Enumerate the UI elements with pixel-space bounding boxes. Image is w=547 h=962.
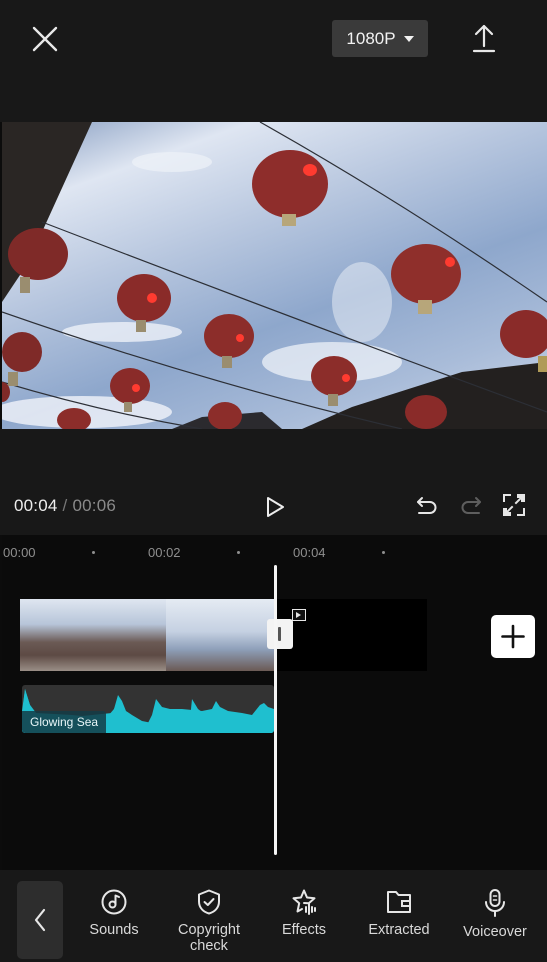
undo-button[interactable] [414, 494, 440, 518]
tool-extracted[interactable]: Extracted [354, 888, 444, 938]
undo-icon [417, 497, 437, 514]
star-sound-icon [292, 889, 316, 915]
clip-trim-handle[interactable] [267, 619, 293, 649]
time-separator: / [62, 496, 68, 515]
resolution-label: 1080P [346, 28, 396, 48]
redo-button[interactable] [458, 494, 484, 518]
tool-sounds[interactable]: Sounds [69, 888, 159, 938]
tool-voiceover[interactable]: Voiceover [450, 888, 540, 940]
current-time: 00:04 [14, 496, 58, 515]
tool-label: Sounds [89, 922, 139, 938]
export-button[interactable] [470, 22, 498, 54]
resolution-dropdown[interactable]: 1080P [332, 20, 428, 57]
playhead[interactable] [274, 565, 277, 855]
audio-track-name: Glowing Sea [22, 711, 107, 733]
tool-copyright-check[interactable]: Copyright check [164, 888, 254, 954]
audio-track[interactable]: Glowing Sea [22, 685, 274, 733]
export-upload-icon [472, 24, 496, 53]
chevron-left-icon [34, 908, 46, 932]
tool-label: Effects [281, 922, 327, 938]
microphone-icon [485, 889, 505, 917]
ruler-dot [92, 551, 95, 554]
shield-check-icon [198, 889, 220, 915]
close-icon [32, 26, 58, 52]
playback-controls: 00:04/00:06 [0, 429, 547, 535]
fullscreen-icon [503, 494, 525, 516]
top-bar: 1080P [0, 0, 547, 122]
close-button[interactable] [30, 24, 60, 54]
clip-thumbnail [166, 599, 239, 671]
clip-thumbnail [20, 599, 93, 671]
caret-down-icon [403, 36, 414, 42]
tool-label: Copyright check [177, 922, 241, 954]
video-clip[interactable] [20, 599, 275, 671]
play-icon [267, 497, 284, 517]
ruler-dot [382, 551, 385, 554]
tool-label: Extracted [368, 922, 430, 938]
timeline[interactable]: 00:00 00:02 00:04 Glowing Sea [2, 535, 547, 870]
ruler-dot [237, 551, 240, 554]
transition-play-icon[interactable] [292, 609, 306, 621]
ruler-tick-label: 00:04 [293, 545, 326, 560]
plus-icon [501, 624, 525, 649]
bottom-toolbar: Sounds Copyright check Effects Extracted… [0, 870, 547, 962]
time-display: 00:04/00:06 [14, 496, 116, 516]
back-button[interactable] [17, 881, 63, 959]
tool-label: Voiceover [463, 924, 527, 940]
play-button[interactable] [262, 494, 288, 520]
folder-icon [387, 891, 411, 913]
ruler-tick-label: 00:02 [148, 545, 181, 560]
tool-effects[interactable]: Effects [259, 888, 349, 938]
total-time: 00:06 [72, 496, 117, 515]
video-preview[interactable] [2, 122, 547, 429]
ruler-tick-label: 00:00 [3, 545, 36, 560]
music-note-icon [101, 889, 127, 915]
preview-image [2, 122, 547, 429]
redo-icon [461, 497, 481, 514]
fullscreen-button[interactable] [502, 493, 526, 517]
add-clip-button[interactable] [491, 615, 535, 658]
clip-thumbnail [93, 599, 166, 671]
